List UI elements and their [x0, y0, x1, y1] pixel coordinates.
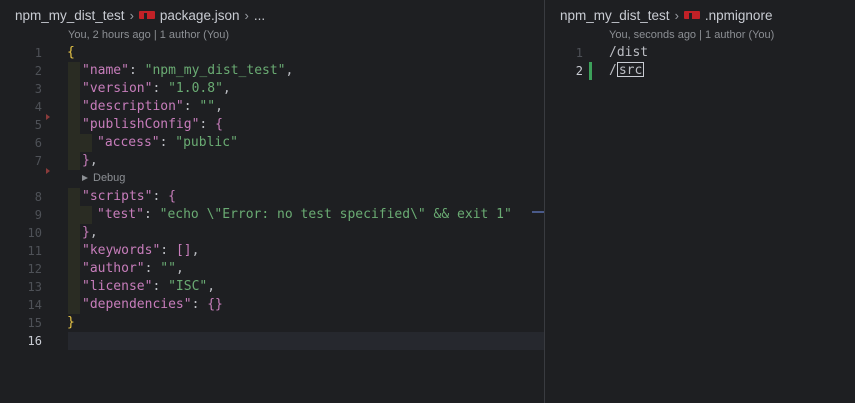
code-line[interactable]: /dist: [609, 44, 648, 62]
npm-icon: [683, 11, 700, 19]
breadcrumb-file[interactable]: package.json: [160, 8, 240, 23]
line-number: 5: [34, 118, 42, 132]
line-number: 2: [575, 64, 583, 78]
line-number: 10: [27, 226, 42, 240]
line-number: 8: [34, 190, 42, 204]
indent-highlight: [80, 134, 92, 152]
code-line[interactable]: / src: [609, 62, 645, 80]
breadcrumb: npm_my_dist_test › package.json › ...: [0, 0, 544, 30]
play-icon: [82, 175, 88, 181]
fold-arrow-icon[interactable]: [46, 114, 50, 120]
npm-icon: [138, 11, 155, 19]
breadcrumb-folder[interactable]: npm_my_dist_test: [560, 8, 670, 23]
breadcrumb: npm_my_dist_test › .npmignore: [545, 0, 855, 30]
line-number: 7: [34, 154, 42, 168]
line-number: 1: [575, 46, 583, 60]
line-number: 6: [34, 136, 42, 150]
breadcrumb-folder[interactable]: npm_my_dist_test: [15, 8, 125, 23]
current-line-highlight: [68, 332, 544, 350]
line-number: 12: [27, 262, 42, 276]
code-line[interactable]: "access": "public": [97, 134, 238, 152]
line-number: 15: [27, 316, 42, 330]
git-blame-header[interactable]: You, seconds ago | 1 author (You): [609, 29, 774, 41]
line-number: 2: [34, 64, 42, 78]
git-added-indicator[interactable]: [589, 62, 592, 80]
code-line[interactable]: },: [82, 152, 98, 170]
breadcrumb-more[interactable]: ...: [254, 8, 265, 23]
code-line[interactable]: "name": "npm_my_dist_test",: [82, 62, 293, 80]
code-line[interactable]: "license": "ISC",: [82, 278, 215, 296]
line-number: 16: [27, 334, 42, 348]
code-line[interactable]: "keywords": [],: [82, 242, 199, 260]
code-line[interactable]: "scripts": {: [82, 188, 176, 206]
fold-arrow-icon[interactable]: [46, 168, 50, 174]
indent-highlight: [80, 206, 92, 224]
editor-pane-left[interactable]: npm_my_dist_test › package.json › ... Yo…: [0, 0, 544, 403]
code-line[interactable]: "version": "1.0.8",: [82, 80, 231, 98]
chevron-right-icon: ›: [674, 7, 679, 23]
code-line[interactable]: "author": "",: [82, 260, 184, 278]
code-line[interactable]: "publishConfig": {: [82, 116, 223, 134]
code-line[interactable]: "test": "echo \"Error: no test specified…: [97, 206, 512, 224]
scrollbar-marker[interactable]: [532, 211, 544, 213]
code-line[interactable]: }: [67, 314, 75, 332]
line-number: 11: [27, 244, 42, 258]
line-number: 14: [27, 298, 42, 312]
line-number: 13: [27, 280, 42, 294]
text-cursor-selection[interactable]: src: [616, 62, 645, 78]
line-number: 4: [34, 100, 42, 114]
code-line[interactable]: "dependencies": {}: [82, 296, 223, 314]
code-line[interactable]: "description": "",: [82, 98, 223, 116]
line-number: 1: [34, 46, 42, 60]
indent-highlight: [68, 62, 80, 170]
chevron-right-icon: ›: [244, 7, 249, 23]
breadcrumb-file[interactable]: .npmignore: [705, 8, 773, 23]
code-line[interactable]: {: [67, 44, 75, 62]
git-blame-header[interactable]: You, 2 hours ago | 1 author (You): [68, 29, 229, 41]
chevron-right-icon: ›: [129, 7, 134, 23]
indent-highlight: [68, 188, 80, 314]
debug-codelens[interactable]: Debug: [82, 171, 125, 185]
line-number: 9: [34, 208, 42, 222]
line-number: 3: [34, 82, 42, 96]
editor-pane-right[interactable]: npm_my_dist_test › .npmignore You, secon…: [545, 0, 855, 403]
code-line[interactable]: },: [82, 224, 98, 242]
